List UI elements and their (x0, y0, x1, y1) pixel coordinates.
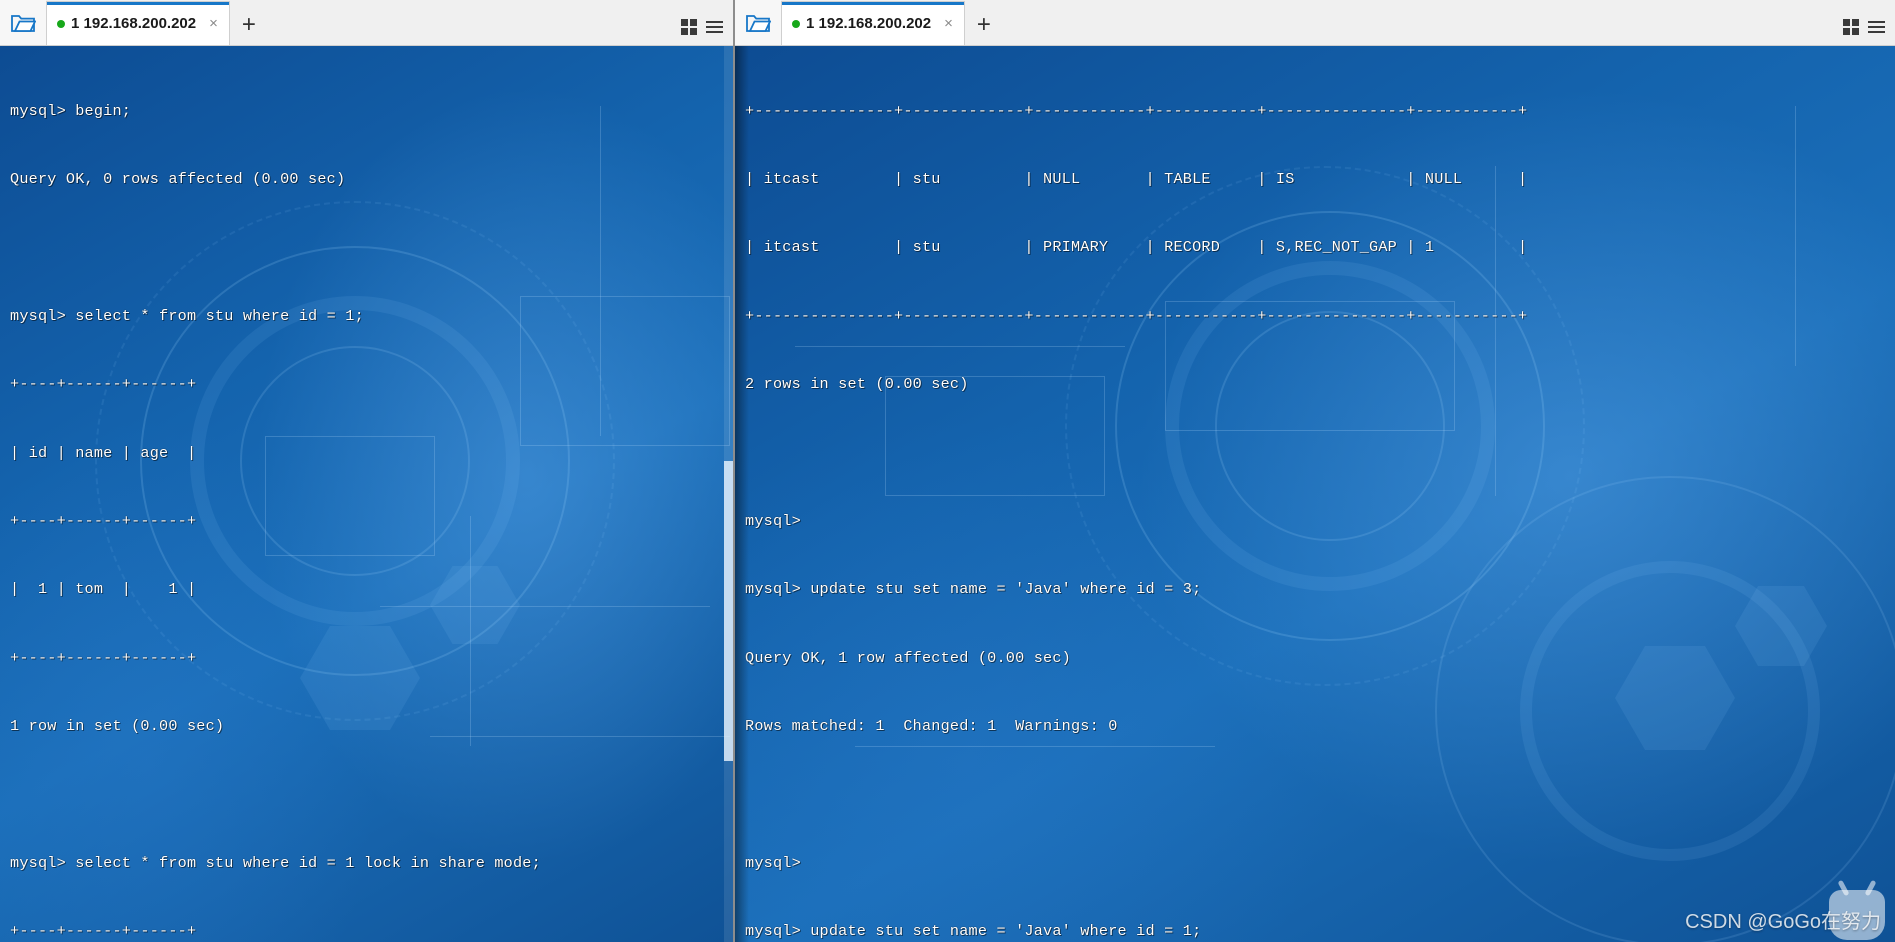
terminal-line: mysql> (745, 511, 801, 530)
scrollbar-thumb[interactable] (724, 461, 733, 761)
terminal-line: | itcast | stu | PRIMARY | RECORD | S,RE… (745, 238, 1528, 257)
tab-192-168-200-202-left[interactable]: 1 192.168.200.202 × (46, 1, 230, 45)
terminal-line: mysql> select * from stu where id = 1 lo… (10, 853, 541, 872)
vertical-scrollbar-left[interactable] (724, 46, 733, 942)
terminal-line: +----+------+------+ (10, 375, 197, 394)
terminal-line: +----+------+------+ (10, 648, 197, 667)
terminal-line: | itcast | stu | NULL | TABLE | IS | NUL… (745, 169, 1528, 188)
close-icon[interactable]: × (206, 16, 221, 31)
terminal-line: 1 row in set (0.00 sec) (10, 717, 225, 736)
terminal-line: mysql> select * from stu where id = 1; (10, 306, 364, 325)
tab-bar-right: 1 192.168.200.202 × + (735, 0, 1895, 46)
terminal-line: +----+------+------+ (10, 511, 197, 530)
grid-view-icon[interactable] (1843, 19, 1859, 35)
tabbar-tools-right (1843, 19, 1895, 45)
grid-view-icon[interactable] (681, 19, 697, 35)
terminal-text-right: +---------------+-------------+---------… (735, 46, 1895, 942)
tab-title: 1 192.168.200.202 (71, 15, 197, 32)
connected-dot (57, 19, 65, 28)
tabbar-tools-left (681, 19, 733, 45)
terminal-output-right[interactable]: +---------------+-------------+---------… (735, 46, 1895, 942)
terminal-pane-right: 1 192.168.200.202 × + +---------------+-… (735, 0, 1895, 942)
new-tab-button[interactable]: + (965, 13, 1003, 37)
list-view-icon[interactable] (1868, 21, 1885, 33)
terminal-line: | id | name | age | (10, 443, 197, 462)
terminal-line: mysql> update stu set name = 'Java' wher… (745, 580, 1202, 599)
terminal-line: +---------------+-------------+---------… (745, 101, 1528, 120)
terminal-line: | 1 | tom | 1 | (10, 580, 197, 599)
close-icon[interactable]: × (941, 16, 956, 31)
terminal-pane-left: 1 192.168.200.202 × + mysql> begin; Quer… (0, 0, 735, 942)
terminal-line: +---------------+-------------+---------… (745, 306, 1528, 325)
watermark-text: CSDN @GoGo在努力 (1685, 911, 1881, 933)
list-view-icon[interactable] (706, 21, 723, 33)
tab-title: 1 192.168.200.202 (806, 15, 932, 32)
terminal-line: mysql> (745, 853, 801, 872)
terminal-line: Query OK, 0 rows affected (0.00 sec) (10, 169, 346, 188)
open-folder-icon[interactable] (735, 0, 781, 45)
new-tab-button[interactable]: + (230, 13, 268, 37)
terminal-line: Rows matched: 1 Changed: 1 Warnings: 0 (745, 717, 1118, 736)
tab-192-168-200-202-right[interactable]: 1 192.168.200.202 × (781, 1, 965, 45)
terminal-line: mysql> begin; (10, 101, 132, 120)
terminal-text-left: mysql> begin; Query OK, 0 rows affected … (0, 46, 733, 942)
terminal-output-left[interactable]: mysql> begin; Query OK, 0 rows affected … (0, 46, 733, 942)
application-window: 1 192.168.200.202 × + mysql> begin; Quer… (0, 0, 1895, 942)
open-folder-icon[interactable] (0, 0, 46, 45)
tab-bar-left: 1 192.168.200.202 × + (0, 0, 733, 46)
terminal-line: 2 rows in set (0.00 sec) (745, 375, 969, 394)
terminal-line: Query OK, 1 row affected (0.00 sec) (745, 648, 1071, 667)
terminal-line: +----+------+------+ (10, 922, 197, 941)
connected-dot (792, 19, 800, 28)
